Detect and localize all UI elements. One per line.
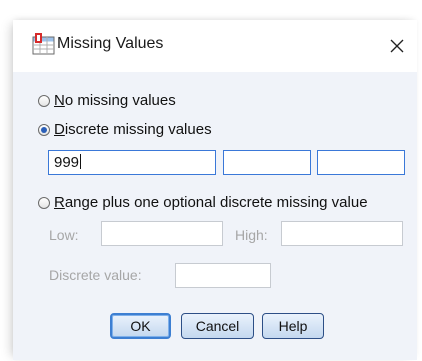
discrete-value-1-input[interactable]: 999 [48, 150, 216, 175]
discrete-value-label: Discrete value: [49, 267, 142, 283]
text-caret [80, 154, 82, 169]
title-bar: Missing Values [13, 20, 417, 72]
range-discrete-value-input[interactable] [175, 263, 271, 288]
close-icon [390, 39, 404, 53]
discrete-value-2-input[interactable] [223, 150, 311, 175]
radio-range-plus-discrete[interactable]: Range plus one optional discrete missing… [38, 194, 368, 211]
ok-button[interactable]: OK [110, 313, 171, 339]
missing-values-dialog: Missing Values No missing values Discret… [13, 20, 417, 360]
radio-no-missing-values[interactable]: No missing values [38, 92, 176, 109]
discrete-value-3-input[interactable] [317, 150, 405, 175]
radio-label-discrete: Discrete missing values [54, 121, 212, 138]
close-button[interactable] [383, 32, 411, 60]
dialog-title: Missing Values [57, 35, 164, 52]
cancel-button[interactable]: Cancel [181, 313, 254, 339]
high-label: High: [235, 227, 268, 243]
low-value-input[interactable] [101, 221, 223, 246]
radio-label-no-missing: No missing values [54, 92, 176, 109]
high-value-input[interactable] [281, 221, 403, 246]
radio-button[interactable] [38, 94, 50, 107]
help-button[interactable]: Help [262, 313, 324, 339]
radio-button[interactable] [38, 196, 50, 209]
radio-discrete-missing-values[interactable]: Discrete missing values [38, 121, 212, 138]
low-label: Low: [49, 227, 79, 243]
radio-button-selected[interactable] [38, 123, 50, 136]
spss-variable-icon [32, 33, 55, 55]
radio-label-range: Range plus one optional discrete missing… [54, 194, 368, 211]
